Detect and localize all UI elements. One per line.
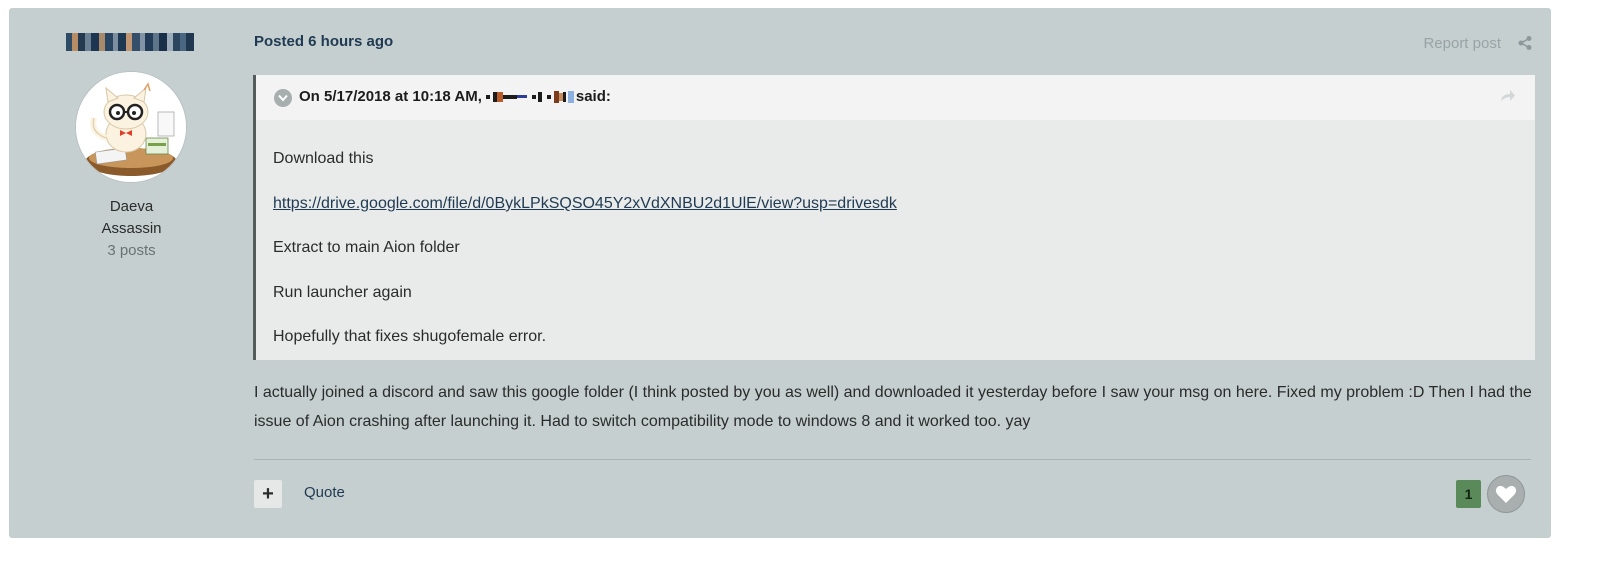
author-post-count[interactable]: 3 posts <box>9 240 254 262</box>
chevron-down-icon[interactable] <box>274 89 292 107</box>
avatar[interactable] <box>76 72 186 182</box>
quote-header: On 5/17/2018 at 10:18 AM, said: <box>256 75 1535 120</box>
quote-citation: On 5/17/2018 at 10:18 AM, said: <box>299 88 611 105</box>
quoted-username-pixelated[interactable] <box>485 90 574 104</box>
author-class: Assassin <box>101 220 162 237</box>
username-pixelated[interactable] <box>66 32 194 52</box>
reputation-count-badge[interactable]: 1 <box>1456 480 1481 508</box>
quote-link[interactable]: https://drive.google.com/file/d/0BykLPkS… <box>273 195 897 213</box>
quote-line: Download this <box>273 150 374 167</box>
go-to-quote-arrow-icon[interactable] <box>1499 87 1517 105</box>
forum-post: Daeva Assassin 3 posts Posted 6 hours ag… <box>9 8 1551 538</box>
author-panel: Daeva Assassin 3 posts <box>9 8 254 538</box>
author-title: Daeva <box>109 198 154 215</box>
posted-timestamp[interactable]: Posted 6 hours ago <box>254 33 393 50</box>
report-post-link[interactable]: Report post <box>1423 35 1501 52</box>
multiquote-add-button[interactable]: + <box>254 480 282 508</box>
quote-citation-said: said: <box>575 88 611 105</box>
share-icon[interactable] <box>1517 35 1533 51</box>
quote-button[interactable]: Quote <box>304 484 345 501</box>
quote-block: On 5/17/2018 at 10:18 AM, said: Download… <box>253 75 1535 360</box>
quote-line: Run launcher again <box>273 284 412 301</box>
post-body: I actually joined a discord and saw this… <box>254 384 1532 430</box>
avatar-cat-icon <box>76 72 186 182</box>
like-button[interactable] <box>1487 475 1525 513</box>
heart-icon <box>1495 485 1517 503</box>
quote-line: Hopefully that fixes shugofemale error. <box>273 328 547 345</box>
divider <box>254 459 1531 460</box>
quote-citation-date: On 5/17/2018 at 10:18 AM, <box>299 88 482 105</box>
quote-line: Extract to main Aion folder <box>273 239 460 256</box>
